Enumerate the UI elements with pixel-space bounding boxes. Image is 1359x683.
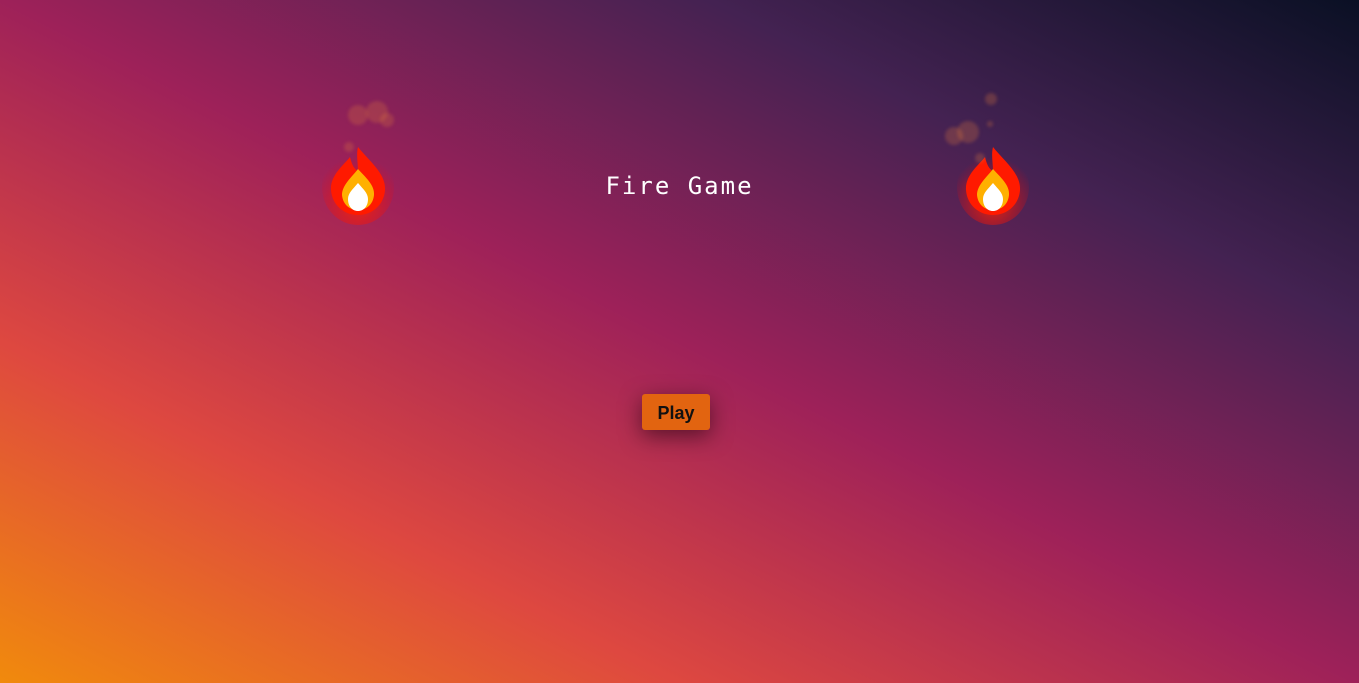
ember-particle bbox=[985, 93, 997, 105]
ember-particle bbox=[957, 121, 979, 143]
left-fire-icon bbox=[308, 85, 408, 235]
ember-particle bbox=[380, 113, 394, 127]
fire-icon bbox=[957, 147, 1029, 225]
play-button[interactable]: Play bbox=[642, 394, 710, 430]
ember-particle bbox=[975, 153, 985, 163]
ember-particle bbox=[344, 142, 354, 152]
ember-particle bbox=[348, 105, 368, 125]
ember-particle bbox=[987, 121, 993, 127]
right-fire-icon bbox=[943, 85, 1043, 235]
game-title: Fire Game bbox=[605, 172, 754, 200]
